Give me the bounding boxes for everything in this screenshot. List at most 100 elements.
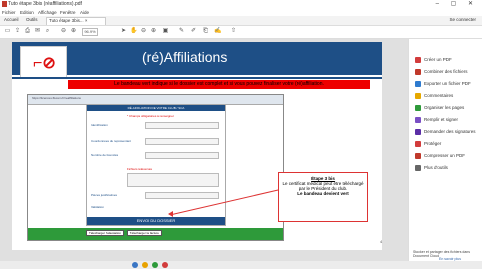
comment-tool-icon xyxy=(415,93,421,99)
tool-create-pdf[interactable]: Créer un PDF xyxy=(415,57,452,63)
form-field-identification xyxy=(145,122,219,129)
highlight-icon[interactable]: ✐ xyxy=(190,28,197,35)
tool-request-sign[interactable]: Demander des signatures xyxy=(415,129,476,135)
tab-close-icon[interactable]: × xyxy=(85,18,88,23)
tool-compress[interactable]: Compresser un PDF xyxy=(415,153,465,159)
embedded-screenshot: https://licences.ffessm.fr/reaffiliation… xyxy=(27,94,284,241)
more-tools-icon xyxy=(415,165,421,171)
tab-tools[interactable]: Outils xyxy=(24,17,40,24)
tab-document[interactable]: Tuto étape 3bis... × xyxy=(46,17,106,25)
form-field-licencies xyxy=(145,152,219,159)
form-label-pieces: Pièces justificatives xyxy=(91,193,118,197)
zoom-out-icon[interactable]: ⊖ xyxy=(140,28,147,35)
menu-file[interactable]: Fichier xyxy=(2,10,16,15)
email-icon[interactable]: ✉ xyxy=(34,28,41,35)
callout-green-line: Le bandeau devient vert xyxy=(297,191,349,196)
title-bar: Tuto étape 3bis (réaffiliations).pdf – ▢… xyxy=(0,0,482,9)
tools-panel: Créer un PDF Combiner des fichiers Expor… xyxy=(408,39,482,261)
menu-window[interactable]: Fenêtre xyxy=(60,10,76,15)
export-icon xyxy=(415,81,421,87)
taskbar-chrome-icon[interactable] xyxy=(152,262,158,268)
download-attestation-button: Télécharger l'attestation xyxy=(86,230,124,236)
arrow-head-icon xyxy=(168,211,173,217)
tool-organize[interactable]: Organiser les pages xyxy=(415,105,464,111)
tool-label: Combiner des fichiers xyxy=(424,69,468,75)
instruction-banner: Le bandeau vert indique si le dossier es… xyxy=(68,80,370,89)
tool-protect[interactable]: Protéger xyxy=(415,141,441,147)
request-sign-icon xyxy=(415,129,421,135)
zoom-in-icon[interactable]: ⊕ xyxy=(150,28,157,35)
affiliation-form: RÉ-AFFILIATION DE VOTRE CLUB / SCA * Cha… xyxy=(86,104,226,226)
form-header: RÉ-AFFILIATION DE VOTRE CLUB / SCA xyxy=(87,105,225,111)
step-callout: Étape 3 bis Le certificat médical peut ê… xyxy=(278,172,368,222)
tool-label: Exporter un fichier PDF xyxy=(424,81,471,87)
upload-box xyxy=(127,173,219,187)
prev-page-icon[interactable]: ⊖ xyxy=(60,28,67,35)
tool-label: Organiser les pages xyxy=(424,105,465,111)
search-icon[interactable]: ⌕ xyxy=(44,28,51,35)
stamp-icon[interactable]: ⎗ xyxy=(202,28,209,35)
tool-label: Remplir et signer xyxy=(424,117,459,123)
pdf-page: ⌐⊘ (ré)Affiliations Le bandeau vert indi… xyxy=(12,42,382,250)
menu-help[interactable]: Aide xyxy=(80,10,89,15)
tool-combine[interactable]: Combiner des fichiers xyxy=(415,69,468,75)
form-label-validation: Validation xyxy=(91,205,104,209)
tool-label: Demander des signatures xyxy=(424,129,476,135)
green-bar-buttons: Télécharger l'attestation Télécharger la… xyxy=(86,230,164,236)
form-submit-button: ENVOI DU DOSSIER xyxy=(87,217,225,225)
form-field-pieces xyxy=(145,192,219,199)
required-note: * Champs obligatoires à renseigner xyxy=(127,114,174,118)
compress-icon xyxy=(415,153,421,159)
tab-document-label: Tuto étape 3bis... xyxy=(49,18,84,23)
menu-view[interactable]: Affichage xyxy=(38,10,57,15)
form-label-representative: Coordonnées du représentant xyxy=(91,139,131,143)
main-toolbar: ▭ ⇪ ⎙ ✉ ⌕ ⊖ ⊕ 96.9% ➤ ✋ ⊖ ⊕ ▣ ✎ ✐ ⎗ ✍ ⇧ xyxy=(0,26,482,39)
hand-icon[interactable]: ✋ xyxy=(130,28,137,35)
tool-more[interactable]: Plus d'outils xyxy=(415,165,448,171)
acrobat-icon xyxy=(2,1,7,7)
tool-label: Créer un PDF xyxy=(424,57,452,63)
tool-export[interactable]: Exporter un fichier PDF xyxy=(415,81,471,87)
tool-label: Commentaires xyxy=(424,93,454,99)
sign-in-link[interactable]: Se connecter xyxy=(449,17,476,22)
fill-sign-icon xyxy=(415,117,421,123)
taskbar-app-icon[interactable] xyxy=(132,262,138,268)
callout-body: Le certificat médical peut être téléchar… xyxy=(282,181,364,191)
page-number: 4 xyxy=(380,239,383,244)
next-page-icon[interactable]: ⊕ xyxy=(70,28,77,35)
fit-page-icon[interactable]: ▣ xyxy=(162,28,169,35)
upload-note: Fichiers téléversés xyxy=(127,167,153,171)
save-icon[interactable]: ▭ xyxy=(4,28,11,35)
header-divider xyxy=(12,77,382,79)
ffessm-logo: ⌐⊘ xyxy=(20,46,67,78)
create-pdf-icon xyxy=(415,57,421,63)
green-status-banner: Télécharger l'attestation Télécharger la… xyxy=(28,228,283,240)
window-controls[interactable]: – ▢ ✕ xyxy=(436,0,478,7)
taskbar xyxy=(0,261,482,269)
logo-mark-icon: ⌐⊘ xyxy=(33,55,56,72)
menu-bar: Fichier Edition Affichage Fenêtre Aide xyxy=(0,9,482,16)
print-icon[interactable]: ⎙ xyxy=(24,28,31,35)
tab-home[interactable]: Accueil xyxy=(2,17,21,24)
organize-icon xyxy=(415,105,421,111)
cursor-icon[interactable]: ➤ xyxy=(120,28,127,35)
menu-edit[interactable]: Edition xyxy=(20,10,34,15)
share-icon[interactable]: ⇧ xyxy=(230,28,237,35)
form-label-identification: Identification xyxy=(91,123,108,127)
zoom-select[interactable]: 96.9% xyxy=(82,28,98,36)
tool-label: Protéger xyxy=(424,141,442,147)
slide-title: (ré)Affiliations xyxy=(142,49,228,65)
comment-icon[interactable]: ✎ xyxy=(178,28,185,35)
protect-icon xyxy=(415,141,421,147)
form-field-representative xyxy=(145,138,219,145)
taskbar-acrobat-icon[interactable] xyxy=(162,262,168,268)
tool-fill-sign[interactable]: Remplir et signer xyxy=(415,117,458,123)
download-invoice-button: Télécharger la facture xyxy=(126,230,162,236)
sign-icon[interactable]: ✍ xyxy=(214,28,221,35)
tool-comment[interactable]: Commentaires xyxy=(415,93,453,99)
upload-icon[interactable]: ⇪ xyxy=(14,28,21,35)
window-title: Tuto étape 3bis (réaffiliations).pdf xyxy=(8,1,82,7)
tab-bar: Accueil Outils Tuto étape 3bis... × Se c… xyxy=(0,16,482,26)
mini-address: https://licences.ffessm.fr/reaffiliation… xyxy=(32,96,81,100)
taskbar-folder-icon[interactable] xyxy=(142,262,148,268)
